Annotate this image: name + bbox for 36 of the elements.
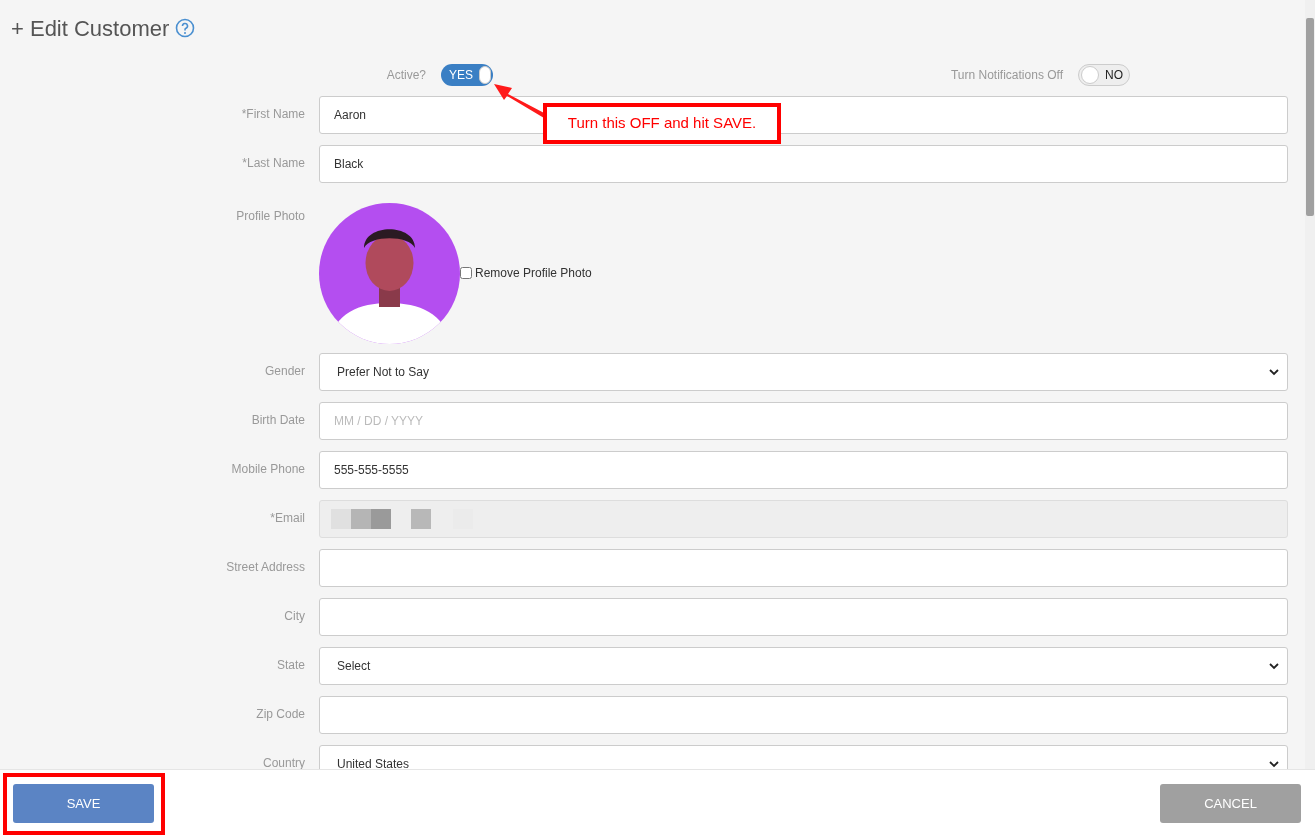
chevron-down-icon xyxy=(1269,760,1279,768)
toggle-label: Turn Notifications Off xyxy=(950,67,1063,84)
input-field[interactable] xyxy=(319,598,1288,636)
input-field[interactable]: 555-555-5555 xyxy=(319,451,1288,489)
field-label: Profile Photo xyxy=(235,208,306,225)
checkbox[interactable] xyxy=(460,267,472,279)
select-field[interactable]: United States xyxy=(319,745,1288,769)
field-label: Mobile Phone xyxy=(230,461,306,478)
toggle-switch[interactable]: NO xyxy=(1078,64,1130,86)
toggle-switch[interactable]: YES xyxy=(441,64,493,86)
field-label: Gender xyxy=(263,363,306,380)
field-label: Street Address xyxy=(225,559,306,576)
chevron-down-icon xyxy=(1269,662,1279,670)
field-label: *Last Name xyxy=(241,155,306,172)
field-label: City xyxy=(283,608,306,625)
annotation-tooltip: Turn this OFF and hit SAVE. xyxy=(543,103,781,144)
input-field[interactable] xyxy=(319,696,1288,734)
select-field[interactable]: Select xyxy=(319,647,1288,685)
field-label: Birth Date xyxy=(250,412,306,429)
toggle-label: Active? xyxy=(385,67,426,84)
field-label: Country xyxy=(261,755,306,769)
field-label: *First Name xyxy=(240,106,306,123)
input-field[interactable] xyxy=(319,549,1288,587)
chevron-down-icon xyxy=(1269,368,1279,376)
help-icon[interactable] xyxy=(175,18,196,38)
save-button[interactable]: SAVE xyxy=(13,784,154,823)
input-field[interactable]: Black xyxy=(319,145,1288,183)
select-field[interactable]: Prefer Not to Say xyxy=(319,353,1288,391)
input-field[interactable]: MM / DD / YYYY xyxy=(319,402,1288,440)
field-label: Zip Code xyxy=(255,706,306,723)
field-label: State xyxy=(275,657,306,674)
checkbox-label: Remove Profile Photo xyxy=(475,265,592,282)
scrollbar[interactable] xyxy=(1305,0,1315,769)
input-field[interactable] xyxy=(319,500,1288,538)
page-title: + Edit Customer xyxy=(11,14,170,43)
field-label: *Email xyxy=(269,510,306,527)
